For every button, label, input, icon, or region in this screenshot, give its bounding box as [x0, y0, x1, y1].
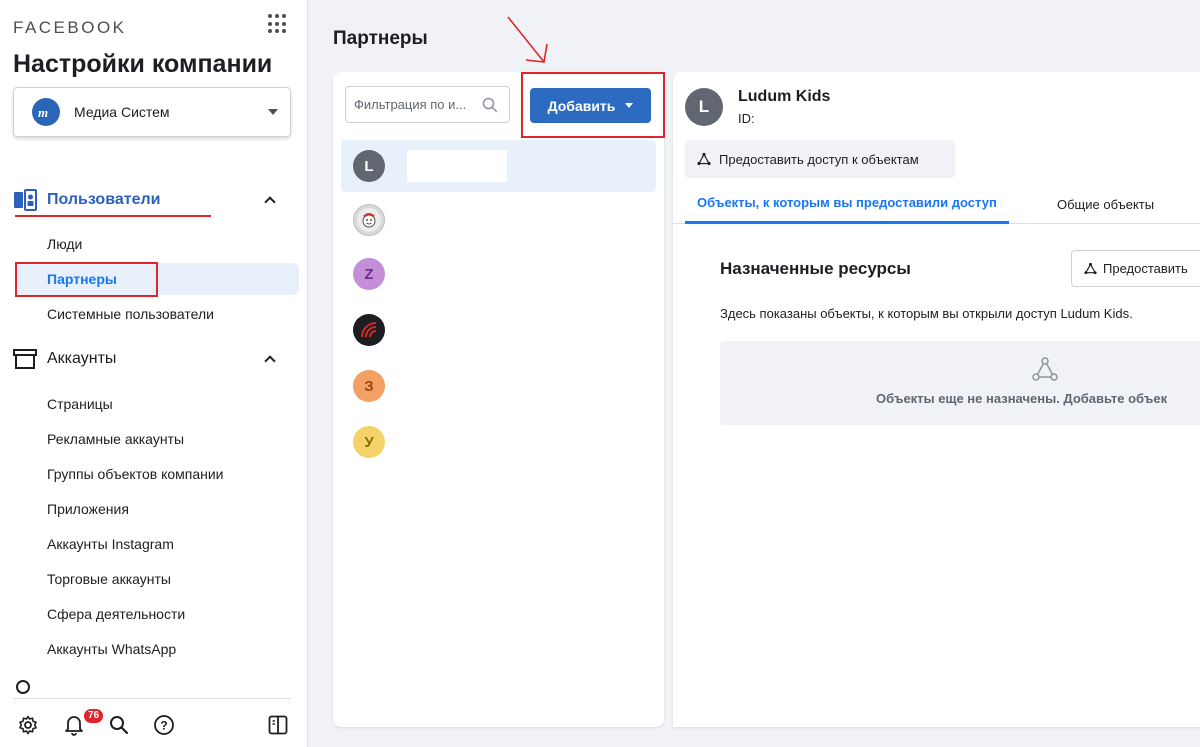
partner-row[interactable]: L: [341, 140, 656, 192]
tab-shared-by-you[interactable]: Объекты, к которым вы предоставили досту…: [685, 184, 1009, 224]
annotation-box-partners: [15, 262, 158, 297]
sidebar-item-instagram[interactable]: Аккаунты Instagram: [16, 528, 299, 560]
share-nodes-icon: [1084, 262, 1097, 275]
gear-icon[interactable]: [17, 714, 39, 736]
page-title: Партнеры: [333, 28, 428, 49]
avatar: Z: [353, 258, 385, 290]
partner-name: Ludum Kids: [738, 88, 831, 105]
partner-detail-panel: L Ludum Kids ID: Предоставить доступ к о…: [673, 72, 1200, 727]
avatar: L: [685, 88, 723, 126]
avatar: З: [353, 370, 385, 402]
partner-id: ID:: [738, 111, 755, 126]
nav-section-accounts[interactable]: Аккаунты: [0, 343, 308, 375]
page-heading: Настройки компании: [13, 50, 273, 78]
company-logo: m: [32, 98, 60, 126]
sidebar-item-whatsapp[interactable]: Аккаунты WhatsApp: [16, 633, 299, 665]
archive-icon: [13, 348, 37, 370]
sidebar: FACEBOOK Настройки компании m Медиа Сист…: [0, 0, 308, 747]
company-name: Медиа Систем: [74, 104, 170, 120]
chevron-down-icon: [268, 109, 278, 115]
filter-input[interactable]: [354, 97, 482, 112]
avatar: [353, 314, 385, 346]
panel-toggle-icon[interactable]: [267, 714, 289, 736]
empty-state-text: Объекты еще не назначены. Добавьте объек: [876, 391, 1168, 406]
partners-list-panel: Добавить L Z З: [333, 72, 664, 727]
chevron-up-icon: [264, 355, 276, 367]
avatar: L: [353, 150, 385, 182]
filter-field[interactable]: [345, 86, 510, 123]
share-nodes-icon: [697, 152, 711, 166]
annotation-box-add: [521, 72, 665, 138]
avatar: У: [353, 426, 385, 458]
notification-badge: 76: [84, 709, 104, 723]
resources-description: Здесь показаны объекты, к которым вы отк…: [720, 306, 1133, 321]
sidebar-item-ad-accounts[interactable]: Рекламные аккаунты: [16, 423, 299, 455]
search-icon[interactable]: [108, 714, 130, 736]
sidebar-item-apps[interactable]: Приложения: [16, 493, 299, 525]
partner-row[interactable]: [341, 304, 656, 356]
share-button-label: Предоставить доступ к объектам: [719, 151, 919, 167]
partner-row[interactable]: [341, 194, 656, 246]
partner-row[interactable]: У: [341, 416, 656, 468]
tab-shared-assets[interactable]: Общие объекты: [1057, 184, 1154, 224]
avatar: [353, 204, 385, 236]
annotation-underline: [15, 215, 211, 217]
partner-name-redacted: [407, 150, 507, 182]
svg-text:?: ?: [160, 719, 167, 733]
sidebar-item-people[interactable]: Люди: [16, 228, 299, 260]
sidebar-item-line-of-business[interactable]: Сфера деятельности: [16, 598, 299, 630]
help-icon[interactable]: ?: [153, 714, 175, 736]
company-selector[interactable]: m Медиа Систем: [13, 87, 291, 137]
sidebar-item-system-users[interactable]: Системные пользователи: [16, 298, 299, 330]
chevron-up-icon: [264, 196, 276, 208]
assigned-resources-title: Назначенные ресурсы: [720, 259, 911, 278]
partner-row[interactable]: Z: [341, 248, 656, 300]
empty-state: Объекты еще не назначены. Добавьте объек: [720, 341, 1200, 425]
nav-section-label: Аккаунты: [47, 350, 117, 367]
bell-icon[interactable]: [63, 714, 85, 736]
assign-resources-button[interactable]: Предоставить: [1071, 250, 1200, 287]
nav-section-users[interactable]: Пользователи: [0, 184, 308, 216]
search-icon: [482, 97, 498, 112]
svg-text:m: m: [38, 105, 48, 119]
sidebar-footer: 76 ?: [13, 698, 291, 747]
detail-tabs: Объекты, к которым вы предоставили досту…: [673, 184, 1200, 224]
sidebar-item-business-asset-groups[interactable]: Группы объектов компании: [16, 458, 299, 490]
annotation-arrow-icon: [507, 16, 548, 63]
partial-section-icon: [16, 680, 76, 694]
sidebar-item-pages[interactable]: Страницы: [16, 388, 299, 420]
users-icon: [13, 189, 37, 211]
share-nodes-icon: [1032, 357, 1058, 381]
apps-grid-icon[interactable]: [268, 14, 288, 34]
sidebar-item-commerce[interactable]: Торговые аккаунты: [16, 563, 299, 595]
facebook-logo[interactable]: FACEBOOK: [13, 18, 127, 38]
assign-button-label: Предоставить: [1103, 261, 1188, 276]
share-assets-button[interactable]: Предоставить доступ к объектам: [685, 140, 955, 178]
nav-section-label: Пользователи: [47, 191, 161, 208]
partner-row[interactable]: З: [341, 360, 656, 412]
